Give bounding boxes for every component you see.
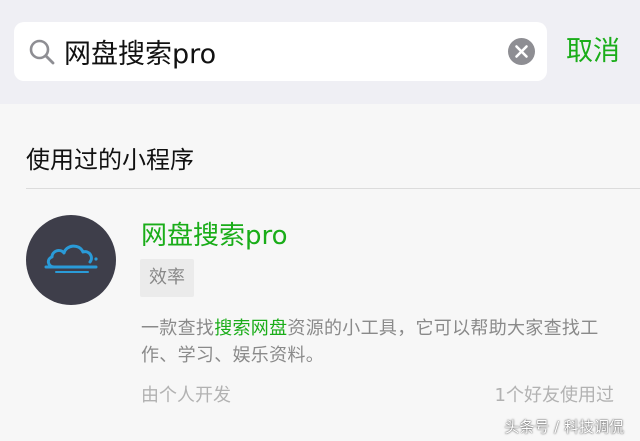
watermark: 头条号 / 科技调侃 <box>504 418 624 436</box>
clear-icon[interactable] <box>508 38 535 65</box>
developer-text: 由个人开发 <box>141 385 231 406</box>
search-icon <box>29 39 55 65</box>
category-badge: 效率 <box>140 259 194 297</box>
app-description: 一款查找搜索网盘资源的小工具，它可以帮助大家查找工作、学习、娱乐资料。 <box>141 315 631 369</box>
app-avatar[interactable] <box>26 215 116 305</box>
section-title: 使用过的小程序 <box>26 146 194 174</box>
search-page: 取消 使用过的小程序 网盘搜索pro 效率 一款查找搜索网盘资源的小工具，它可以… <box>0 0 640 441</box>
description-text: 一款查找 <box>141 318 215 339</box>
description-highlight: 搜索网盘 <box>214 318 288 339</box>
results-panel: 使用过的小程序 网盘搜索pro 效率 一款查找搜索网盘资源的小工具，它可以帮助大… <box>0 104 640 441</box>
search-box[interactable] <box>14 22 547 81</box>
mini-program-result-item[interactable]: 网盘搜索pro 效率 一款查找搜索网盘资源的小工具，它可以帮助大家查找工作、学习… <box>0 189 640 441</box>
search-header: 取消 <box>0 0 640 104</box>
cloud-icon <box>44 244 98 273</box>
search-input[interactable] <box>64 30 504 73</box>
cancel-button[interactable]: 取消 <box>566 32 628 72</box>
friends-used-text: 1个好友使用过 <box>494 385 614 406</box>
app-name[interactable]: 网盘搜索pro <box>141 215 288 252</box>
